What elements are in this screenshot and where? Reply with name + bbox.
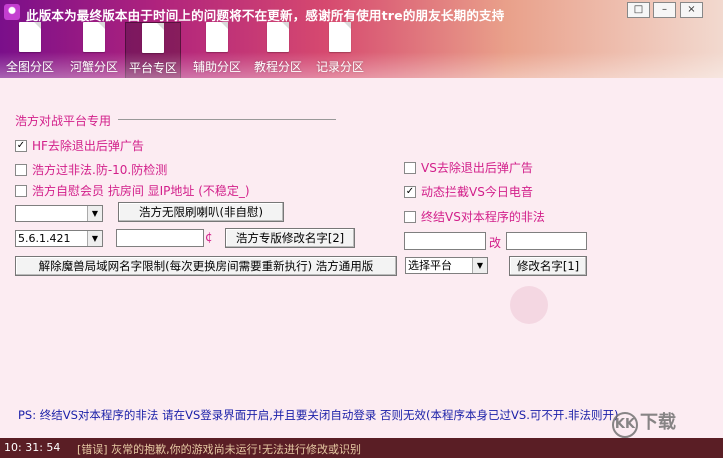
status-message: [错误] 灰常的抱歉,你的游戏尚未运行!无法进行修改或识别 [77, 443, 361, 456]
checkbox-vs-block[interactable]: ✓ 动态拦截VS今日电音 [404, 183, 533, 200]
dropdown-1[interactable]: ▼ [15, 205, 103, 222]
checkbox-label: 浩方自慰会员 抗房间 显IP地址 (不稳定_) [32, 184, 250, 198]
app-icon [4, 4, 20, 20]
checkbox-hf-bypass[interactable]: 浩方过非法.防-10.防检测 [15, 161, 167, 178]
watermark-text: 下载 [640, 412, 676, 433]
checkbox-vs-terminate[interactable]: 终结VS对本程序的非法 [404, 208, 545, 225]
chevron-down-icon[interactable]: ▼ [472, 258, 487, 273]
document-icon [267, 22, 289, 52]
checkbox-label: 动态拦截VS今日电音 [421, 185, 533, 199]
checkbox-label: 终结VS对本程序的非法 [421, 210, 545, 224]
nav-tab-tutorial[interactable]: 教程分区 [250, 22, 306, 78]
background-decoration [510, 286, 548, 324]
section-divider [118, 119, 336, 120]
document-icon [83, 22, 105, 52]
nav-label: 辅助分区 [192, 60, 241, 74]
checkbox-box[interactable] [404, 161, 416, 174]
version-value: 5.6.1.421 [18, 232, 71, 245]
checkbox-vs-remove-ad[interactable]: VS去除退出后弹广告 [404, 159, 533, 176]
nav-tab-platform[interactable]: 平台专区 [125, 22, 181, 80]
checkbox-hf-vip[interactable]: 浩方自慰会员 抗房间 显IP地址 (不稳定_) [15, 182, 250, 199]
status-time: 10: 31: 54 [4, 441, 61, 454]
checkbox-box[interactable] [404, 210, 416, 223]
checkbox-box[interactable] [15, 163, 27, 176]
document-icon [206, 22, 228, 52]
checkbox-hf-remove-ad[interactable]: ✓ HF去除退出后弹广告 [15, 137, 144, 154]
rename-button[interactable]: 修改名字[1] [509, 256, 587, 276]
checkbox-box[interactable]: ✓ [15, 139, 27, 152]
nav-label: 记录分区 [315, 60, 364, 74]
nav-label: 河蟹分区 [69, 60, 118, 74]
minimize-button[interactable]: – [653, 2, 676, 18]
section-title: 浩方对战平台专用 [15, 114, 112, 128]
restore-icon: □ [633, 4, 644, 15]
watermark-badge: KK [612, 412, 638, 438]
chevron-down-icon[interactable]: ▼ [87, 231, 102, 246]
checkbox-box[interactable]: ✓ [404, 185, 416, 198]
header-banner: 此版本为最终版本由于时间上的问题将不在更新，感谢所有使用tre的朋友长期的支持 … [0, 0, 723, 80]
checkbox-label: HF去除退出后弹广告 [32, 139, 144, 153]
rename-hf-button[interactable]: 浩方专版修改名字[2] [225, 228, 355, 248]
nav-tab-hexie[interactable]: 河蟹分区 [64, 22, 124, 78]
close-icon: × [687, 4, 696, 15]
notice-text: PS: 终结VS对本程序的非法 请在VS登录界面开启,并且要关闭自动登录 否则无… [18, 408, 619, 422]
nav-tab-assist[interactable]: 辅助分区 [189, 22, 245, 78]
restore-button[interactable]: □ [627, 2, 650, 18]
checkbox-label: VS去除退出后弹广告 [421, 161, 533, 175]
nav-label: 教程分区 [253, 60, 302, 74]
nav-tab-records[interactable]: 记录分区 [312, 22, 368, 78]
version-select[interactable]: 5.6.1.421 ▼ [15, 230, 103, 247]
rename-to-input[interactable] [506, 232, 587, 250]
nav-label: 全图分区 [5, 60, 54, 74]
unlock-name-button[interactable]: 解除魔兽局域网名字限制(每次更换房间需要重新执行) 浩方通用版 [15, 256, 397, 276]
horn-button[interactable]: 浩方无限刷喇叭(非自慰) [118, 202, 284, 222]
rename-from-input[interactable] [404, 232, 486, 250]
minimize-icon: – [662, 4, 667, 15]
platform-value: 选择平台 [408, 259, 452, 272]
document-icon [19, 22, 41, 52]
status-bar: 10: 31: 54 [错误] 灰常的抱歉,你的游戏尚未运行!无法进行修改或识别 [0, 438, 723, 458]
nav-label: 平台专区 [128, 61, 177, 75]
watermark-logo: KK 下载 [612, 408, 676, 438]
document-icon [142, 23, 164, 53]
name-input[interactable] [116, 229, 204, 247]
chevron-down-icon[interactable]: ▼ [87, 206, 102, 221]
nav-tab-full-map[interactable]: 全图分区 [4, 22, 56, 78]
checkbox-box[interactable] [15, 184, 27, 197]
checkbox-label: 浩方过非法.防-10.防检测 [32, 163, 168, 177]
rename-separator: 改 [489, 236, 502, 250]
document-icon [329, 22, 351, 52]
close-button[interactable]: × [680, 2, 703, 18]
color-symbol: ¢ [205, 230, 213, 244]
platform-select[interactable]: 选择平台 ▼ [405, 257, 488, 274]
